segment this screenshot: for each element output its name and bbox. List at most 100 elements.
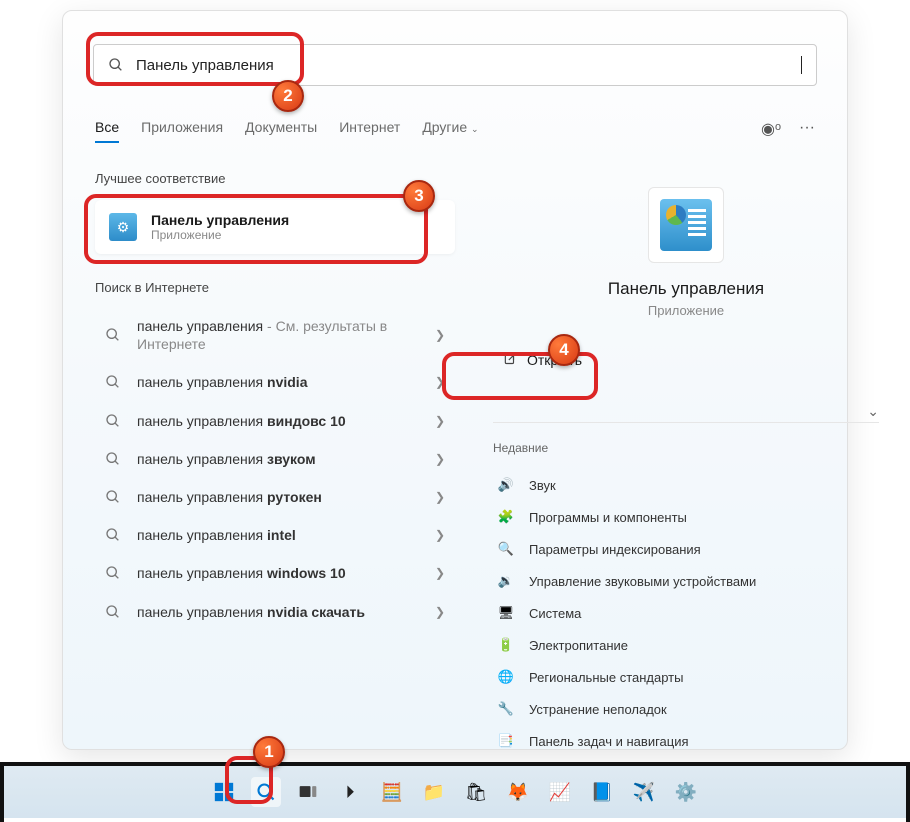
header-actions: ◉ᵒ ··· bbox=[761, 119, 815, 139]
tab-apps[interactable]: Приложения bbox=[141, 119, 223, 143]
calculator-icon[interactable]: 🧮 bbox=[377, 777, 407, 807]
chevron-right-icon: ❯ bbox=[435, 605, 445, 619]
chevron-right-icon: ❯ bbox=[435, 528, 445, 542]
search-icon bbox=[105, 527, 121, 543]
recent-item-label: Региональные стандарты bbox=[529, 670, 683, 685]
recent-item-icon: 🌐 bbox=[497, 668, 515, 686]
web-search-item[interactable]: панель управления звуком ❯ bbox=[95, 440, 455, 478]
annotation-badge: 3 bbox=[403, 180, 435, 212]
app-subtitle: Приложение bbox=[493, 303, 879, 318]
app-icon-2[interactable]: 📘 bbox=[587, 777, 617, 807]
preview-pane: Панель управления Приложение Открыть ⌄ Н… bbox=[493, 187, 879, 757]
expand-chevron-icon[interactable]: ⌄ bbox=[867, 403, 879, 420]
search-box[interactable] bbox=[93, 44, 817, 86]
recent-item-label: Звук bbox=[529, 478, 556, 493]
filter-tabs: Все Приложения Документы Интернет Другие… bbox=[95, 119, 479, 143]
web-search-item[interactable]: панель управления windows 10 ❯ bbox=[95, 554, 455, 592]
best-match-subtitle: Приложение bbox=[151, 228, 289, 242]
tab-web[interactable]: Интернет bbox=[339, 119, 400, 143]
web-item-text: панель управления - См. результаты в Инт… bbox=[137, 317, 419, 353]
recent-item-label: Параметры индексирования bbox=[529, 542, 701, 557]
search-window: Все Приложения Документы Интернет Другие… bbox=[62, 10, 848, 750]
chevron-down-icon: ⌄ bbox=[471, 124, 479, 134]
tab-all[interactable]: Все bbox=[95, 119, 119, 143]
search-icon bbox=[105, 604, 121, 620]
recent-item-label: Программы и компоненты bbox=[529, 510, 687, 525]
recent-label: Недавние bbox=[493, 441, 879, 455]
web-item-text: панель управления nvidia bbox=[137, 373, 419, 391]
recent-item-icon: 📑 bbox=[497, 732, 515, 750]
recent-item-icon: 🔧 bbox=[497, 700, 515, 718]
app-large-icon bbox=[648, 187, 724, 263]
account-icon[interactable]: ◉ᵒ bbox=[761, 119, 781, 139]
web-item-text: панель управления windows 10 bbox=[137, 564, 419, 582]
app-title: Панель управления bbox=[493, 279, 879, 299]
recent-item-icon: 🔋 bbox=[497, 636, 515, 654]
start-button[interactable] bbox=[209, 777, 239, 807]
chevron-right-icon: ❯ bbox=[435, 452, 445, 466]
chevron-right-icon: ❯ bbox=[435, 490, 445, 504]
recent-item-label: Устранение неполадок bbox=[529, 702, 667, 717]
recent-item-label: Панель задач и навигация bbox=[529, 734, 689, 749]
web-item-text: панель управления виндовс 10 bbox=[137, 412, 419, 430]
firefox-icon[interactable]: 🦊 bbox=[503, 777, 533, 807]
store-icon[interactable]: 🛍 bbox=[461, 777, 491, 807]
best-match-item[interactable]: ⚙ Панель управления Приложение bbox=[95, 200, 455, 254]
search-icon bbox=[105, 489, 121, 505]
recent-item[interactable]: 🔉 Управление звуковыми устройствами bbox=[493, 565, 879, 597]
app-icon[interactable]: 📈 bbox=[545, 777, 575, 807]
web-search-item[interactable]: панель управления виндовс 10 ❯ bbox=[95, 402, 455, 440]
web-results-label: Поиск в Интернете bbox=[95, 280, 455, 295]
recent-item[interactable]: 🔊 Звук bbox=[493, 469, 879, 501]
taskview-button[interactable] bbox=[293, 777, 323, 807]
web-search-item[interactable]: панель управления рутокен ❯ bbox=[95, 478, 455, 516]
recent-item[interactable]: 📑 Панель задач и навигация bbox=[493, 725, 879, 757]
media-player-icon[interactable]: ⏵ bbox=[335, 777, 365, 807]
search-icon bbox=[105, 451, 121, 467]
tab-more[interactable]: Другие ⌄ bbox=[422, 119, 478, 143]
web-item-text: панель управления звуком bbox=[137, 450, 419, 468]
recent-item[interactable]: 🧩Программы и компоненты bbox=[493, 501, 879, 533]
tab-docs[interactable]: Документы bbox=[245, 119, 317, 143]
recent-item[interactable]: 🔋 Электропитание bbox=[493, 629, 879, 661]
recent-item[interactable]: 🖥Система bbox=[493, 597, 879, 629]
recent-item-icon: 🔉 bbox=[497, 572, 515, 590]
web-search-item[interactable]: панель управления - См. результаты в Инт… bbox=[95, 307, 455, 363]
annotation-badge: 2 bbox=[272, 80, 304, 112]
search-input[interactable] bbox=[136, 57, 801, 74]
explorer-icon[interactable]: 📁 bbox=[419, 777, 449, 807]
recent-item-icon: 🔊 bbox=[497, 476, 515, 494]
best-match-title: Панель управления bbox=[151, 212, 289, 228]
best-match-label: Лучшее соответствие bbox=[95, 171, 455, 186]
results-left: Лучшее соответствие ⚙ Панель управления … bbox=[95, 171, 455, 631]
web-search-item[interactable]: панель управления nvidia ❯ bbox=[95, 363, 455, 401]
settings-icon[interactable]: ⚙️ bbox=[671, 777, 701, 807]
taskbar: ⏵ 🧮 📁 🛍 🦊 📈 📘 ✈️ ⚙️ bbox=[0, 762, 910, 818]
chevron-right-icon: ❯ bbox=[435, 566, 445, 580]
search-icon bbox=[105, 374, 121, 390]
web-item-text: панель управления intel bbox=[137, 526, 419, 544]
open-icon bbox=[503, 353, 517, 367]
recent-item[interactable]: 🌐 Региональные стандарты bbox=[493, 661, 879, 693]
recent-item-label: Электропитание bbox=[529, 638, 628, 653]
telegram-icon[interactable]: ✈️ bbox=[629, 777, 659, 807]
web-search-item[interactable]: панель управления intel ❯ bbox=[95, 516, 455, 554]
control-panel-icon: ⚙ bbox=[109, 213, 137, 241]
more-icon[interactable]: ··· bbox=[799, 119, 815, 139]
recent-item-label: Управление звуковыми устройствами bbox=[529, 574, 756, 589]
recent-item[interactable]: 🔍Параметры индексирования bbox=[493, 533, 879, 565]
taskbar-search-button[interactable] bbox=[251, 777, 281, 807]
web-item-text: панель управления рутокен bbox=[137, 488, 419, 506]
recent-item[interactable]: 🔧 Устранение неполадок bbox=[493, 693, 879, 725]
chevron-right-icon: ❯ bbox=[435, 375, 445, 389]
search-icon bbox=[105, 327, 121, 343]
chevron-right-icon: ❯ bbox=[435, 414, 445, 428]
search-icon bbox=[105, 565, 121, 581]
web-item-text: панель управления nvidia скачать bbox=[137, 603, 419, 621]
annotation-badge: 4 bbox=[548, 334, 580, 366]
text-cursor bbox=[801, 56, 802, 74]
recent-item-icon: 🖥 bbox=[497, 604, 515, 622]
chevron-right-icon: ❯ bbox=[435, 328, 445, 342]
recent-section: Недавние 🔊 Звук 🧩Программы и компоненты🔍Па… bbox=[493, 422, 879, 757]
web-search-item[interactable]: панель управления nvidia скачать ❯ bbox=[95, 593, 455, 631]
